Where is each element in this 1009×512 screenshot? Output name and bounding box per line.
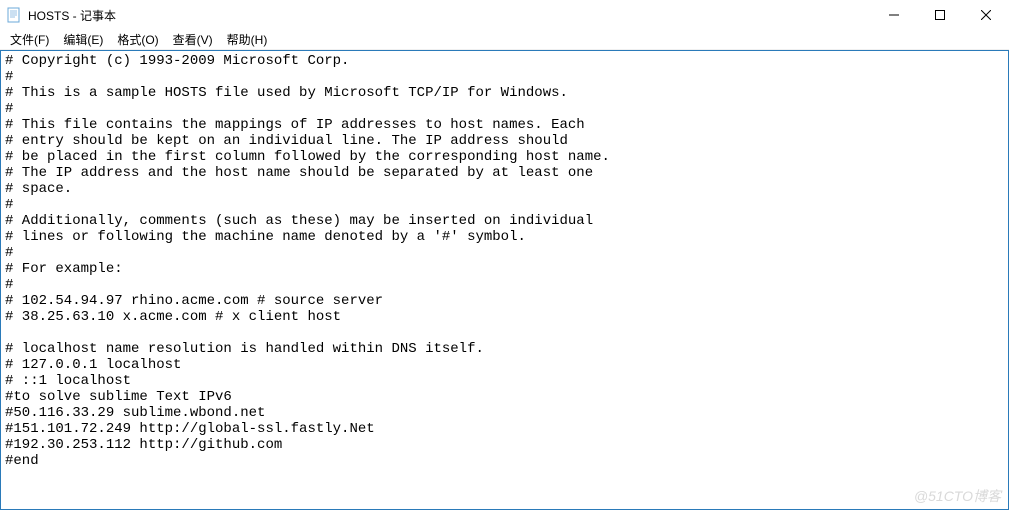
menu-help[interactable]: 帮助(H) [221,29,274,50]
maximize-button[interactable] [917,0,963,30]
notepad-icon [6,7,22,23]
menu-view[interactable]: 查看(V) [167,29,219,50]
text-area[interactable]: # Copyright (c) 1993-2009 Microsoft Corp… [1,51,1008,509]
editor-container: # Copyright (c) 1993-2009 Microsoft Corp… [0,50,1009,510]
close-button[interactable] [963,0,1009,30]
menubar: 文件(F) 编辑(E) 格式(O) 查看(V) 帮助(H) [0,30,1009,50]
window-controls [871,0,1009,30]
window-title: HOSTS - 记事本 [28,7,116,24]
menu-format[interactable]: 格式(O) [111,29,164,50]
menu-edit[interactable]: 编辑(E) [57,29,109,50]
minimize-button[interactable] [871,0,917,30]
titlebar: HOSTS - 记事本 [0,0,1009,30]
menu-file[interactable]: 文件(F) [4,29,55,50]
titlebar-left: HOSTS - 记事本 [6,7,116,24]
